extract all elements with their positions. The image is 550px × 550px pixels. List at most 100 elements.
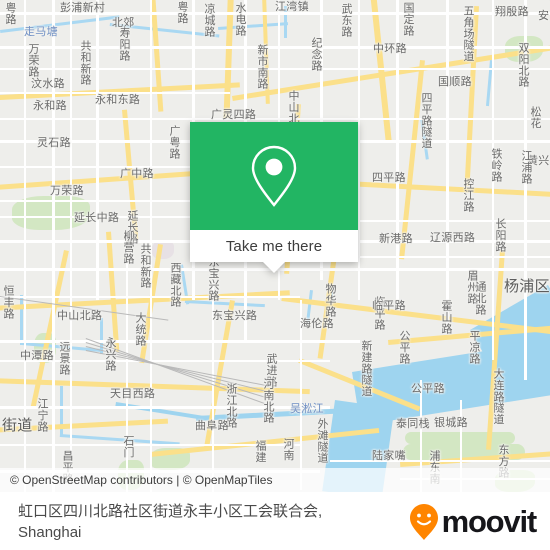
map-label: 广中路 [120,168,154,180]
map-label: 恒丰路 [2,285,14,319]
take-me-there-label: Take me there [225,237,323,255]
moovit-map-screenshot: 走马塘 彭浦新村 北郊 万荣路 共和新路 寿阳路 汶水路 永和路 永和东路 灵石路 粤路 粤路 凉城路水… [0,0,550,550]
map-label: 远景路 [58,341,70,375]
map-canvas[interactable]: 走马塘 彭浦新村 北郊 万荣路 共和新路 寿阳路 汶水路 永和路 永和东路 灵石路 粤路 粤路 凉城路水… [0,0,550,492]
map-label: 江宁路 [36,398,48,432]
map-label: 海伦路 [300,318,334,330]
map-label: 大连路隧道 [492,368,504,425]
attribution-text[interactable]: © OpenStreetMap contributors | © OpenMap… [10,473,272,487]
map-label: 泰同栈 [396,418,430,430]
map-label: 江浦路 [520,150,532,184]
map-label: 银城路 [434,417,468,429]
map-label: 共和新路 [139,243,151,289]
map-label: 江湾镇 [275,1,309,13]
map-label: 水电路 [234,2,246,36]
map-label: 物华路 [324,283,336,317]
footer-bar: 虹口区四川北路社区街道永丰小区工会联合会, Shanghai moovit [0,492,550,550]
map-label: 四平路隧道 [420,92,432,149]
map-label: 彭浦新村 [60,2,106,14]
map-label: 东宝兴路 [207,256,219,302]
map-label: 五角场隧道 [462,5,474,62]
map-label: 石门 [122,435,134,458]
creek [100,318,103,354]
map-label: 走马塘 [24,26,58,38]
map-label: 翔殷路 [495,6,529,18]
map-label: 永和东路 [95,94,141,106]
map-label: 霍山路 [440,300,452,334]
map-label: 寿阳路 [118,27,130,61]
road-street [52,0,55,492]
map-label: 吴淞江 [290,403,324,415]
road-street [96,0,99,300]
road-street [0,118,550,120]
map-label: 平凉路 [468,330,480,364]
map-label: 中潭路 [20,350,54,362]
map-label: 中环路 [373,43,407,55]
road-street [330,460,550,462]
road-street [0,406,330,409]
road-street [70,0,72,480]
road-street [358,0,360,300]
map-label: 共和新路 [79,40,91,86]
moovit-brand[interactable]: moovit [409,503,538,541]
map-label: 延长中路 [74,212,120,224]
map-label: 双阳北路 [517,42,529,88]
map-label: 新港路 [379,233,413,245]
card-icon-panel [190,122,358,230]
map-label: 河南北路 [262,378,274,424]
map-label: 新市南路 [256,44,268,90]
map-label: 外滩隧道 [316,418,328,464]
card-pointer-tail [263,262,285,273]
map-label: 大统路 [134,312,146,346]
map-label: 天目西路 [110,388,156,400]
location-title: 虹口区四川北路社区街道永丰小区工会联合会, Shanghai [18,502,323,541]
map-label: 福建 [254,440,266,463]
map-label: 街道 [2,417,33,434]
map-label: 陆家嘴 [372,450,406,462]
card-action-panel[interactable]: Take me there [190,230,358,273]
map-label: 新建路隧道 [360,340,372,397]
map-label: 安 [538,10,550,22]
creek [20,295,23,345]
map-label: 广粤路 [168,125,180,159]
map-label: 四平路 [372,172,406,184]
map-label: 粤路 [4,2,16,25]
map-label: 广灵四路 [211,109,257,121]
map-label: 杨浦区 [504,278,550,295]
map-label: 公平路 [411,383,445,395]
map-label: 永和路 [33,100,67,112]
map-pin-icon [251,145,297,207]
map-label: 曲阜路 [195,420,229,432]
map-label: 灵石路 [37,137,71,149]
map-label: 西藏北路 [169,262,181,308]
map-label: 柳营路 [122,230,134,264]
map-label: 通北路 [474,281,486,315]
map-label: 万荣路 [27,43,39,77]
map-label: 汶水路 [31,78,65,90]
map-label: 河南 [282,438,294,461]
map-label: 东宝兴路 [212,310,258,322]
map-label: 辽源西路 [430,232,476,244]
map-label: 中山北 [287,90,299,124]
road-street [360,220,550,222]
map-label: 中山北路 [57,310,103,322]
map-label: 长阳路 [494,218,506,252]
take-me-there-card[interactable]: Take me there [190,122,358,273]
map-label: 武东路 [340,3,352,37]
map-label: 公平路 [398,330,410,364]
map-label: 凉城路 [203,3,215,37]
map-label: 国定路 [402,2,414,36]
map-label: 控江路 [462,178,474,212]
map-label: 铁岭路 [490,148,502,182]
moovit-wordmark: moovit [441,504,538,539]
map-label: 国顺路 [438,76,472,88]
moovit-smiley-pin-icon [409,503,438,540]
map-label: 永兴路 [104,337,116,371]
map-attribution-bar: © OpenStreetMap contributors | © OpenMap… [0,468,550,492]
road-street [446,0,449,330]
map-label: 万荣路 [50,185,84,197]
map-label: 粤路 [176,1,188,24]
road-street [360,256,550,258]
map-label: 临平路 [372,300,406,312]
map-label: 松花 [529,106,541,129]
